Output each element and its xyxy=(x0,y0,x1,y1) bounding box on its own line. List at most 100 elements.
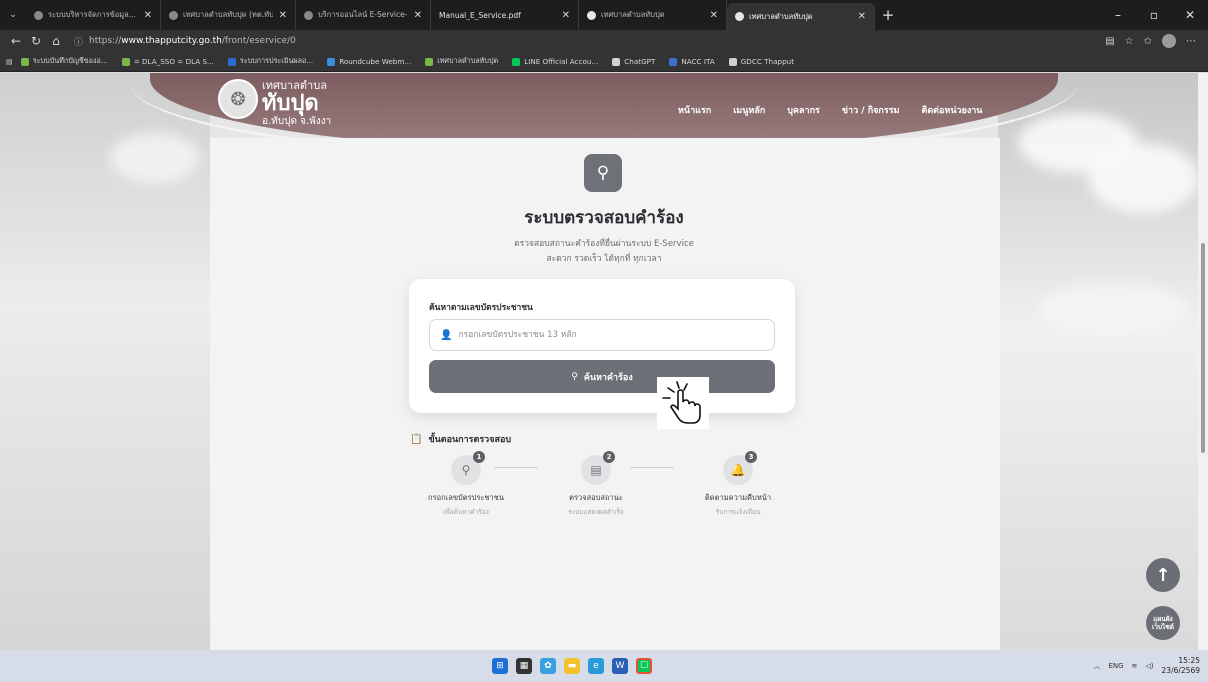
step-title: ติดตามความคืบหน้า xyxy=(704,493,772,502)
bookmark-item[interactable]: ChatGPT xyxy=(612,57,655,66)
more-menu-icon[interactable]: ⋯ xyxy=(1186,36,1196,47)
site-info-icon[interactable]: ⓘ xyxy=(74,35,83,48)
bookmark-item[interactable]: LINE Official Accou... xyxy=(512,57,598,66)
home-icon[interactable]: ⌂ xyxy=(46,34,66,48)
favorites-icon[interactable]: ✩ xyxy=(1144,36,1152,47)
word-app-icon[interactable]: W xyxy=(612,658,628,674)
url-field[interactable]: ⓘ https:// www.thapputcity.go.th /front/… xyxy=(74,35,1105,48)
browser-tab[interactable]: เทศบาลตำบลทับปุด ✕ xyxy=(579,0,727,30)
nav-personnel[interactable]: บุคลากร xyxy=(787,103,820,117)
bookmark-item[interactable]: ระบบบันทึกบัญชีของอ... xyxy=(20,56,108,67)
browser-tab[interactable]: ระบบบริหารจัดการข้อมูล... ✕ xyxy=(26,0,161,30)
search-button-label: ค้นหาคำร้อง xyxy=(583,372,633,383)
browser-tab-active[interactable]: เทศบาลตำบลทับปุด ✕ xyxy=(727,3,875,30)
site-brand[interactable]: เทศบาลตำบล ทับปุด อ.ทับปุด จ.พังงา xyxy=(262,80,332,128)
arrow-up-icon: ↑ xyxy=(1155,564,1171,586)
tab-close-icon[interactable]: ✕ xyxy=(414,10,422,21)
volume-icon[interactable]: ◁) xyxy=(1145,662,1153,670)
scroll-to-top-button[interactable]: ↑ xyxy=(1146,558,1180,592)
steps-title: ขั้นตอนการตรวจสอบ xyxy=(428,435,512,445)
reader-mode-icon[interactable]: ▤ xyxy=(1105,36,1114,47)
bookmark-item[interactable]: NACC ITA xyxy=(669,57,715,66)
file-explorer-icon[interactable]: ▬ xyxy=(564,658,580,674)
bookmark-label: LINE Official Accou... xyxy=(524,57,599,66)
url-host: www.thapputcity.go.th xyxy=(121,36,222,46)
bookmarks-folder-icon[interactable]: ▤ xyxy=(6,57,13,66)
minimize-icon[interactable]: – xyxy=(1100,0,1136,30)
id-card-field[interactable]: 👤 xyxy=(429,319,775,351)
nav-main-menu[interactable]: เมนูหลัก xyxy=(733,103,765,117)
search-icon: ⚲ 1 xyxy=(451,451,485,485)
user-icon: 👤 xyxy=(440,329,453,341)
bookmark-item[interactable]: Roundcube Webm... xyxy=(327,57,411,66)
bookmark-favicon xyxy=(512,57,521,66)
bookmark-item[interactable]: เทศบาลตำบลทับปุด xyxy=(425,56,498,67)
profile-avatar[interactable] xyxy=(1162,34,1176,48)
municipality-seal-logo[interactable]: ❂ xyxy=(218,79,258,119)
language-indicator[interactable]: ENG xyxy=(1108,662,1123,670)
search-card: ค้นหาตามเลขบัตรประชาชน 👤 ⚲ ค้นหาคำร้อง xyxy=(409,279,795,413)
bookmark-item[interactable]: = DLA_SSO = DLA S... xyxy=(121,57,214,66)
new-tab-icon[interactable]: + xyxy=(875,0,901,30)
line-app-icon[interactable]: ☐ xyxy=(636,658,652,674)
id-card-input[interactable] xyxy=(458,330,759,340)
bookmark-label: ChatGPT xyxy=(624,57,656,66)
tab-close-icon[interactable]: ✕ xyxy=(858,11,866,22)
step-item: ⚲ 1 กรอกเลขบัตรประชาชน เพื่อค้นหาคำร้อง xyxy=(406,451,526,517)
bookmark-item[interactable]: ระบบการประเมินผลอ... xyxy=(227,56,314,67)
document-icon: ▤ 2 xyxy=(581,451,615,485)
bookmark-label: Roundcube Webm... xyxy=(339,57,412,66)
browser-tab[interactable]: บริการออนไลน์ E-Service-เทศบาล ✕ xyxy=(296,0,431,30)
photos-app-icon[interactable]: ✿ xyxy=(540,658,556,674)
tray-overflow-icon[interactable]: ︿ xyxy=(1093,661,1100,671)
scrollbar-thumb[interactable] xyxy=(1201,243,1205,453)
brand-line-3: อ.ทับปุด จ.พังงา xyxy=(262,116,332,127)
page-tagline: สะดวก รวดเร็ว ได้ทุกที่ ทุกเวลา xyxy=(546,254,662,264)
restore-icon[interactable]: ▫ xyxy=(1136,0,1172,30)
bookmark-item[interactable]: GDCC Thapput xyxy=(728,57,794,66)
edge-browser-icon[interactable]: e xyxy=(588,658,604,674)
bookmark-favicon xyxy=(327,57,336,66)
system-clock[interactable]: 15:25 23/6/2569 xyxy=(1162,656,1200,676)
search-request-button[interactable]: ⚲ ค้นหาคำร้อง xyxy=(429,360,775,393)
tab-favicon xyxy=(304,10,313,20)
step-description: เพื่อค้นหาคำร้อง xyxy=(443,508,489,516)
sitemap-button[interactable]: แผนผังเว็บไซต์ xyxy=(1146,606,1180,640)
cloud-decoration xyxy=(110,133,200,183)
tab-close-icon[interactable]: ✕ xyxy=(710,10,718,21)
wifi-icon[interactable]: ≋ xyxy=(1132,662,1138,670)
tab-close-icon[interactable]: ✕ xyxy=(144,10,152,21)
bookmark-label: ระบบการประเมินผลอ... xyxy=(239,56,314,65)
tab-close-icon[interactable]: ✕ xyxy=(562,10,570,21)
browser-tab[interactable]: Manual_E_Service.pdf ✕ xyxy=(431,0,579,30)
step-number-badge: 2 xyxy=(603,451,615,463)
tab-actions-menu-icon[interactable]: ⌄ xyxy=(0,0,26,30)
nav-home[interactable]: หน้าแรก xyxy=(678,103,711,117)
reload-icon[interactable]: ↻ xyxy=(26,34,46,48)
tab-favicon xyxy=(34,10,43,20)
tab-title: เทศบาลตำบลทับปุด xyxy=(601,10,665,19)
url-path: /front/eservice/0 xyxy=(221,36,296,46)
browser-tab-bar: ⌄ ระบบบริหารจัดการข้อมูล... ✕ เทศบาลตำบล… xyxy=(0,0,1208,30)
browser-tab[interactable]: เทศบาลตำบลทับปุด (ทต.ทับปุด) ✕ xyxy=(161,0,296,30)
tab-title: เทศบาลตำบลทับปุด xyxy=(749,11,813,21)
bookmark-favicon xyxy=(669,57,678,66)
tab-close-icon[interactable]: ✕ xyxy=(279,10,287,21)
close-window-icon[interactable]: ✕ xyxy=(1172,0,1208,30)
windows-start-icon[interactable]: ⊞ xyxy=(492,658,508,674)
bookmarks-bar: ▤ ระบบบันทึกบัญชีของอ... = DLA_SSO = DLA… xyxy=(0,52,1208,72)
cloud-decoration xyxy=(1088,143,1198,213)
page-subtitle: ตรวจสอบสถานะคำร้องที่ยื่นผ่านระบบ E-Serv… xyxy=(514,239,694,249)
step-connector xyxy=(630,467,674,468)
click-hand-cursor-icon xyxy=(657,377,709,429)
os-taskbar: ⊞ ▦ ✿ ▬ e W ☐ ︿ ENG ≋ ◁) 15:25 23/6/2569 xyxy=(0,650,1208,682)
search-icon: ⚲ xyxy=(571,371,578,382)
step-item: 🔔 3 ติดตามความคืบหน้า รับการแจ้งเตือน xyxy=(678,451,798,517)
nav-news[interactable]: ข่าว / กิจกรรม xyxy=(842,103,900,117)
qr-app-icon[interactable]: ▦ xyxy=(516,658,532,674)
back-icon[interactable]: ← xyxy=(6,34,26,48)
favorite-star-icon[interactable]: ☆ xyxy=(1125,36,1134,47)
page-scrollbar[interactable] xyxy=(1198,73,1208,650)
bell-icon: 🔔 3 xyxy=(723,451,757,485)
nav-contact[interactable]: ติดต่อหน่วยงาน xyxy=(921,103,982,117)
